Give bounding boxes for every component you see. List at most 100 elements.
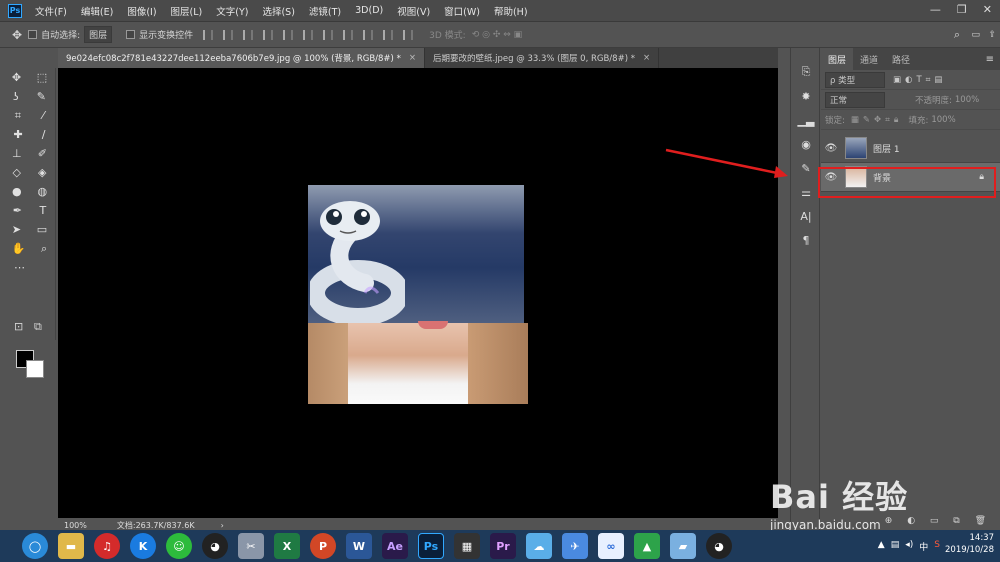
app-icon-5[interactable]: ▰	[670, 533, 696, 559]
tab-document-1[interactable]: 9e024efc08c2f781e43227dee112eeba7606b7e9…	[58, 48, 425, 68]
snipping-tool-icon[interactable]: ✂	[238, 533, 264, 559]
menu-edit[interactable]: 编辑(E)	[74, 4, 120, 18]
transform-controls-checkbox[interactable]: 显示变换控件	[126, 28, 193, 41]
app-icon-2[interactable]: ✈	[562, 533, 588, 559]
sogou-icon[interactable]: S	[934, 540, 940, 553]
premiere-icon[interactable]: Pr	[490, 533, 516, 559]
quick-mask-icon[interactable]: ⊡	[14, 320, 23, 333]
info-panel-icon[interactable]: ◉	[791, 134, 821, 154]
menu-3d[interactable]: 3D(D)	[348, 5, 390, 16]
word-icon[interactable]: W	[346, 533, 372, 559]
volume-icon[interactable]: ◂)	[905, 540, 913, 553]
blur-tool-icon[interactable]: ●	[12, 185, 22, 198]
layer-row-layer-1[interactable]: 👁︎ 图层 1	[821, 134, 1000, 163]
tab-document-2[interactable]: 后期要改的壁纸.jpeg @ 33.3% (图层 0, RGB/8#) * ×	[425, 48, 660, 68]
system-tray[interactable]: ▲ ▤ ◂) 中 S	[878, 540, 940, 553]
fill-value[interactable]: 100%	[931, 115, 955, 125]
close-tab-icon[interactable]: ×	[643, 53, 650, 63]
distribute-middle-icon[interactable]	[343, 29, 354, 40]
menu-view[interactable]: 视图(V)	[390, 4, 437, 18]
navigator-panel-icon[interactable]: ✸	[791, 86, 821, 106]
auto-select-checkbox[interactable]: 自动选择:	[28, 28, 80, 41]
background-color-swatch[interactable]	[26, 360, 44, 378]
tab-channels[interactable]: 通道	[853, 53, 885, 66]
app-icon-3[interactable]: ∞	[598, 533, 624, 559]
app-icon-1[interactable]: ☁	[526, 533, 552, 559]
app-icon-4[interactable]: ▲	[634, 533, 660, 559]
start-icon[interactable]: ◯	[22, 533, 48, 559]
histogram-panel-icon[interactable]: ▁▃	[791, 110, 821, 130]
menu-image[interactable]: 图像(I)	[120, 4, 163, 18]
wechat-icon[interactable]: ☺	[166, 533, 192, 559]
share-icon[interactable]: ⇪	[988, 30, 996, 40]
history-brush-tool-icon[interactable]: ✐	[38, 147, 47, 160]
history-panel-icon[interactable]: ⎘	[791, 62, 821, 82]
tray-arrow-icon[interactable]: ▲	[878, 540, 885, 553]
more-tools-icon[interactable]: ⋯	[14, 261, 25, 274]
zoom-tool-icon[interactable]: ⌕	[41, 242, 47, 256]
zoom-level[interactable]: 100%	[64, 521, 87, 530]
align-middle-icon[interactable]	[223, 29, 234, 40]
minimize-button[interactable]: —	[930, 3, 941, 16]
photoshop-taskbar-icon[interactable]: Ps	[418, 533, 444, 559]
file-explorer-icon[interactable]: ▬	[58, 533, 84, 559]
healing-brush-tool-icon[interactable]: ✚	[14, 128, 23, 141]
quick-select-tool-icon[interactable]: ✎	[37, 90, 46, 103]
lock-icons[interactable]: ▦✎✥⌗🔒︎	[851, 115, 903, 125]
menu-type[interactable]: 文字(Y)	[209, 4, 255, 18]
distribute-bottom-icon[interactable]	[363, 29, 374, 40]
menu-file[interactable]: 文件(F)	[28, 4, 74, 18]
close-button[interactable]: ✕	[983, 3, 992, 16]
network-icon[interactable]: ▤	[891, 540, 900, 553]
video-app-icon[interactable]: ▦	[454, 533, 480, 559]
excel-icon[interactable]: X	[274, 533, 300, 559]
hand-tool-icon[interactable]: ✋	[12, 242, 26, 255]
menu-select[interactable]: 选择(S)	[255, 4, 301, 18]
tab-paths[interactable]: 路径	[885, 53, 917, 66]
paint-bucket-tool-icon[interactable]: ◈	[38, 166, 46, 179]
properties-panel-icon[interactable]: ⚌	[791, 182, 821, 202]
3d-rotate-icon[interactable]: ⟲ ◎ ✣ ⇔ ▣	[472, 30, 522, 40]
eraser-tool-icon[interactable]: ◇	[13, 166, 21, 179]
clock[interactable]: 14:37 2019/10/28	[945, 532, 994, 556]
move-tool-icon[interactable]: ✥	[12, 71, 21, 84]
crop-tool-icon[interactable]: ⌗	[15, 109, 21, 123]
powerpoint-icon[interactable]: P	[310, 533, 336, 559]
auto-select-dropdown[interactable]: 图层	[84, 26, 113, 43]
kugou-icon[interactable]: K	[130, 533, 156, 559]
after-effects-icon[interactable]: Ae	[382, 533, 408, 559]
netease-music-icon[interactable]: ♫	[94, 533, 120, 559]
menu-help[interactable]: 帮助(H)	[487, 4, 535, 18]
align-right-icon[interactable]	[303, 29, 314, 40]
eye-icon[interactable]: 👁︎	[821, 143, 841, 154]
distribute-right-icon[interactable]	[403, 29, 414, 40]
qq-icon-2[interactable]: ◕	[706, 533, 732, 559]
eyedropper-tool-icon[interactable]: ⁄	[42, 109, 44, 122]
character-panel-icon[interactable]: A|	[791, 206, 821, 226]
brush-panel-icon[interactable]: ✎	[791, 158, 821, 178]
clone-stamp-tool-icon[interactable]: ⊥	[12, 147, 22, 160]
rectangle-tool-icon[interactable]: ▭	[37, 223, 47, 236]
dodge-tool-icon[interactable]: ◍	[37, 185, 47, 198]
qq-icon[interactable]: ◕	[202, 533, 228, 559]
align-top-icon[interactable]	[203, 29, 214, 40]
screen-mode-icon[interactable]: ⧉	[34, 320, 42, 334]
brush-tool-icon[interactable]: ∕	[42, 128, 46, 141]
blend-mode-dropdown[interactable]: 正常	[825, 91, 885, 108]
distribute-top-icon[interactable]	[323, 29, 334, 40]
document-image[interactable]	[308, 185, 528, 404]
menu-window[interactable]: 窗口(W)	[437, 4, 487, 18]
ime-indicator[interactable]: 中	[919, 540, 928, 553]
move-tool-icon[interactable]: ✥	[12, 28, 22, 42]
search-icon[interactable]: ⌕	[954, 28, 960, 42]
restore-button[interactable]: ❐	[957, 3, 967, 16]
path-select-tool-icon[interactable]: ➤	[12, 223, 21, 236]
paragraph-panel-icon[interactable]: ¶	[791, 230, 821, 250]
pen-tool-icon[interactable]: ✒	[13, 204, 22, 217]
tab-layers[interactable]: 图层	[821, 48, 854, 70]
close-tab-icon[interactable]: ×	[409, 53, 416, 63]
align-left-icon[interactable]	[263, 29, 274, 40]
type-tool-icon[interactable]: T	[39, 204, 46, 217]
workspace-icon[interactable]: ▭	[971, 30, 980, 40]
lasso-tool-icon[interactable]: ʖ	[13, 90, 19, 103]
